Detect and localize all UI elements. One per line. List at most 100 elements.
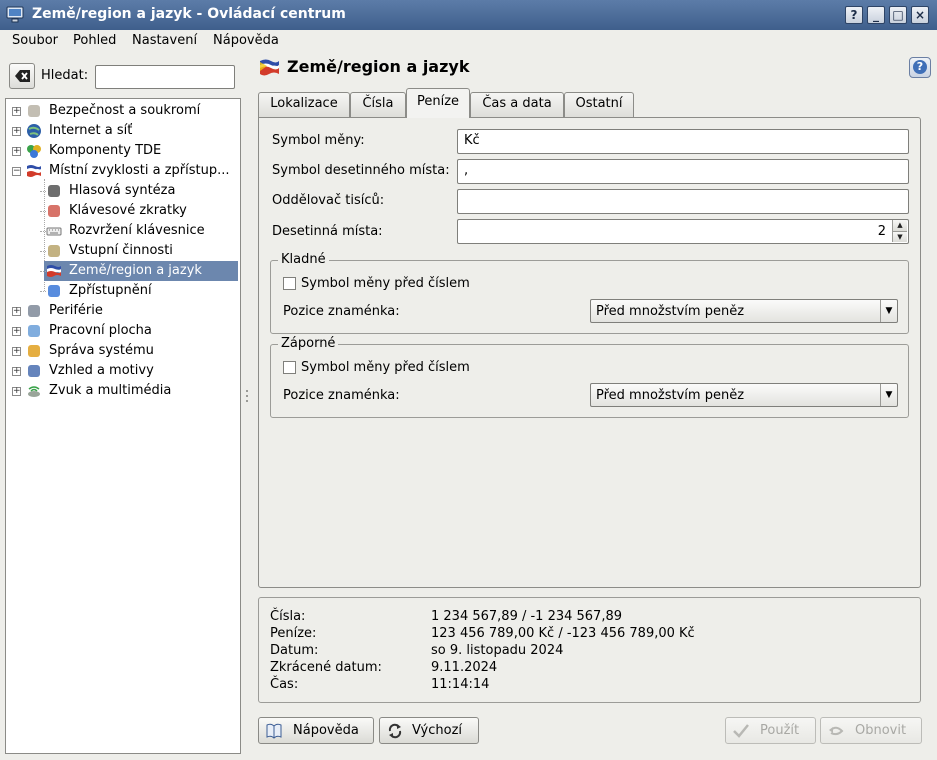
tree-item[interactable]: Klávesové zkratky bbox=[6, 201, 240, 221]
defaults-button[interactable]: Výchozí bbox=[379, 717, 479, 744]
keyboard-icon bbox=[46, 227, 62, 236]
security-icon bbox=[28, 105, 40, 117]
tree-item[interactable]: + Internet a síť bbox=[6, 121, 240, 141]
search-label: Hledat: bbox=[41, 68, 89, 83]
desktop-icon bbox=[28, 325, 40, 337]
tree-item[interactable]: + Vzhled a motivy bbox=[6, 361, 240, 381]
preview-time-label: Čas: bbox=[270, 677, 299, 692]
reset-button[interactable]: Obnovit bbox=[820, 717, 922, 744]
expand-icon[interactable]: + bbox=[12, 327, 21, 336]
tree-item[interactable]: − Místní zvyklosti a zpřístup... bbox=[6, 161, 240, 181]
tab-localization[interactable]: Lokalizace bbox=[258, 92, 350, 117]
help-book-icon bbox=[266, 723, 282, 739]
negative-symbol-before-checkbox[interactable] bbox=[283, 361, 296, 374]
currency-symbol-input[interactable]: Kč bbox=[457, 129, 909, 154]
expand-icon[interactable]: + bbox=[12, 347, 21, 356]
tree-item-label: Správa systému bbox=[49, 343, 154, 358]
control-center-app-icon bbox=[6, 6, 24, 23]
tree-item-label: Periférie bbox=[49, 303, 103, 318]
tree-item[interactable]: + Správa systému bbox=[6, 341, 240, 361]
preview-money-label: Peníze: bbox=[270, 626, 317, 641]
menu-settings[interactable]: Nastavení bbox=[132, 33, 197, 48]
tree-item-label: Hlasová syntéza bbox=[69, 183, 176, 198]
chevron-down-icon[interactable]: ▼ bbox=[880, 300, 897, 322]
tree-item[interactable]: + Bezpečnost a soukromí bbox=[6, 101, 240, 121]
clear-icon bbox=[15, 70, 30, 82]
positive-sign-position-value: Před množstvím peněz bbox=[596, 304, 745, 319]
tree-item[interactable]: + Zvuk a multimédia bbox=[6, 381, 240, 401]
control-center-window: Země/region a jazyk - Ovládací centrum ?… bbox=[0, 0, 937, 760]
positive-sign-position-label: Pozice znaménka: bbox=[283, 304, 400, 319]
tree-item-label: Vstupní činnosti bbox=[69, 243, 173, 258]
tree-item-label: Komponenty TDE bbox=[49, 143, 162, 158]
search-input[interactable] bbox=[95, 65, 235, 89]
chevron-down-icon[interactable]: ▼ bbox=[880, 384, 897, 406]
positive-symbol-before-checkbox[interactable] bbox=[283, 277, 296, 290]
whats-this-button[interactable]: ? bbox=[909, 57, 931, 78]
expand-icon[interactable]: + bbox=[12, 107, 21, 116]
tree-item-label: Země/region a jazyk bbox=[69, 263, 202, 278]
tree-item-label: Místní zvyklosti a zpřístup... bbox=[49, 163, 230, 178]
close-button[interactable]: × bbox=[911, 6, 929, 24]
negative-sign-position-select[interactable]: Před množstvím peněz ▼ bbox=[590, 383, 898, 407]
tree-item-label: Internet a síť bbox=[49, 123, 133, 138]
accessibility-icon bbox=[48, 285, 60, 297]
collapse-icon[interactable]: − bbox=[12, 167, 21, 176]
module-title: Země/region a jazyk bbox=[287, 57, 470, 76]
expand-icon[interactable]: + bbox=[12, 147, 21, 156]
apply-button-label: Použít bbox=[760, 723, 800, 738]
tree-item[interactable]: + Komponenty TDE bbox=[6, 141, 240, 161]
tree-item[interactable]: Země/region a jazyk bbox=[6, 261, 240, 281]
system-admin-icon bbox=[28, 345, 40, 357]
tree-item-label: Rozvržení klávesnice bbox=[69, 223, 205, 238]
expand-icon[interactable]: + bbox=[12, 307, 21, 316]
thousands-separator-input[interactable] bbox=[457, 189, 909, 214]
maximize-button[interactable]: □ bbox=[889, 6, 907, 24]
menu-file[interactable]: Soubor bbox=[12, 33, 58, 48]
splitter-handle[interactable] bbox=[246, 400, 248, 402]
expand-icon[interactable]: + bbox=[12, 387, 21, 396]
title-bar[interactable]: Země/region a jazyk - Ovládací centrum ?… bbox=[0, 0, 937, 30]
tree-item-label: Vzhled a motivy bbox=[49, 363, 154, 378]
tab-other[interactable]: Ostatní bbox=[564, 92, 634, 117]
expand-icon[interactable]: + bbox=[12, 127, 21, 136]
tree-item[interactable]: Vstupní činnosti bbox=[6, 241, 240, 261]
expand-icon[interactable]: + bbox=[12, 367, 21, 376]
tab-money[interactable]: Peníze bbox=[406, 88, 470, 118]
menu-help[interactable]: Nápověda bbox=[213, 33, 279, 48]
globe-icon bbox=[27, 124, 41, 138]
tree-item[interactable]: Hlasová syntéza bbox=[6, 181, 240, 201]
preview-short-date-label: Zkrácené datum: bbox=[270, 660, 382, 675]
menu-view[interactable]: Pohled bbox=[73, 33, 116, 48]
tab-numbers[interactable]: Čísla bbox=[350, 92, 406, 117]
tree-item[interactable]: + Pracovní plocha bbox=[6, 321, 240, 341]
decimal-symbol-input[interactable]: , bbox=[457, 159, 909, 184]
input-actions-icon bbox=[48, 245, 60, 257]
sound-icon bbox=[28, 386, 40, 397]
reset-button-label: Obnovit bbox=[855, 723, 907, 738]
negative-symbol-before-label[interactable]: Symbol měny před číslem bbox=[301, 360, 470, 375]
minimize-button[interactable]: _ bbox=[867, 6, 885, 24]
splitter-handle[interactable] bbox=[246, 395, 248, 397]
peripherals-icon bbox=[28, 305, 40, 317]
decimal-places-spinbox[interactable]: 2 ▲ ▼ bbox=[457, 219, 909, 244]
help-button[interactable]: Nápověda bbox=[258, 717, 374, 744]
preview-numbers-value: 1 234 567,89 / -1 234 567,89 bbox=[431, 609, 623, 624]
tree-item[interactable]: Rozvržení klávesnice bbox=[6, 221, 240, 241]
context-help-button[interactable]: ? bbox=[845, 6, 863, 24]
splitter-handle[interactable] bbox=[246, 390, 248, 392]
tree-item[interactable]: Zpřístupnění bbox=[6, 281, 240, 301]
positive-symbol-before-label[interactable]: Symbol měny před číslem bbox=[301, 276, 470, 291]
clear-search-button[interactable] bbox=[9, 63, 35, 89]
flag-icon bbox=[27, 165, 41, 177]
apply-button[interactable]: Použít bbox=[725, 717, 816, 744]
spin-down-arrow-icon[interactable]: ▼ bbox=[892, 231, 907, 242]
tab-time-and-date[interactable]: Čas a data bbox=[470, 92, 564, 117]
appearance-icon bbox=[28, 365, 40, 377]
decimal-places-value: 2 bbox=[877, 224, 886, 239]
positive-sign-position-select[interactable]: Před množstvím peněz ▼ bbox=[590, 299, 898, 323]
module-tree: + Bezpečnost a soukromí + Internet a síť + Ko… bbox=[5, 98, 241, 754]
spin-up-arrow-icon[interactable]: ▲ bbox=[892, 220, 907, 231]
preview-numbers-label: Čísla: bbox=[270, 609, 306, 624]
tree-item[interactable]: + Periférie bbox=[6, 301, 240, 321]
